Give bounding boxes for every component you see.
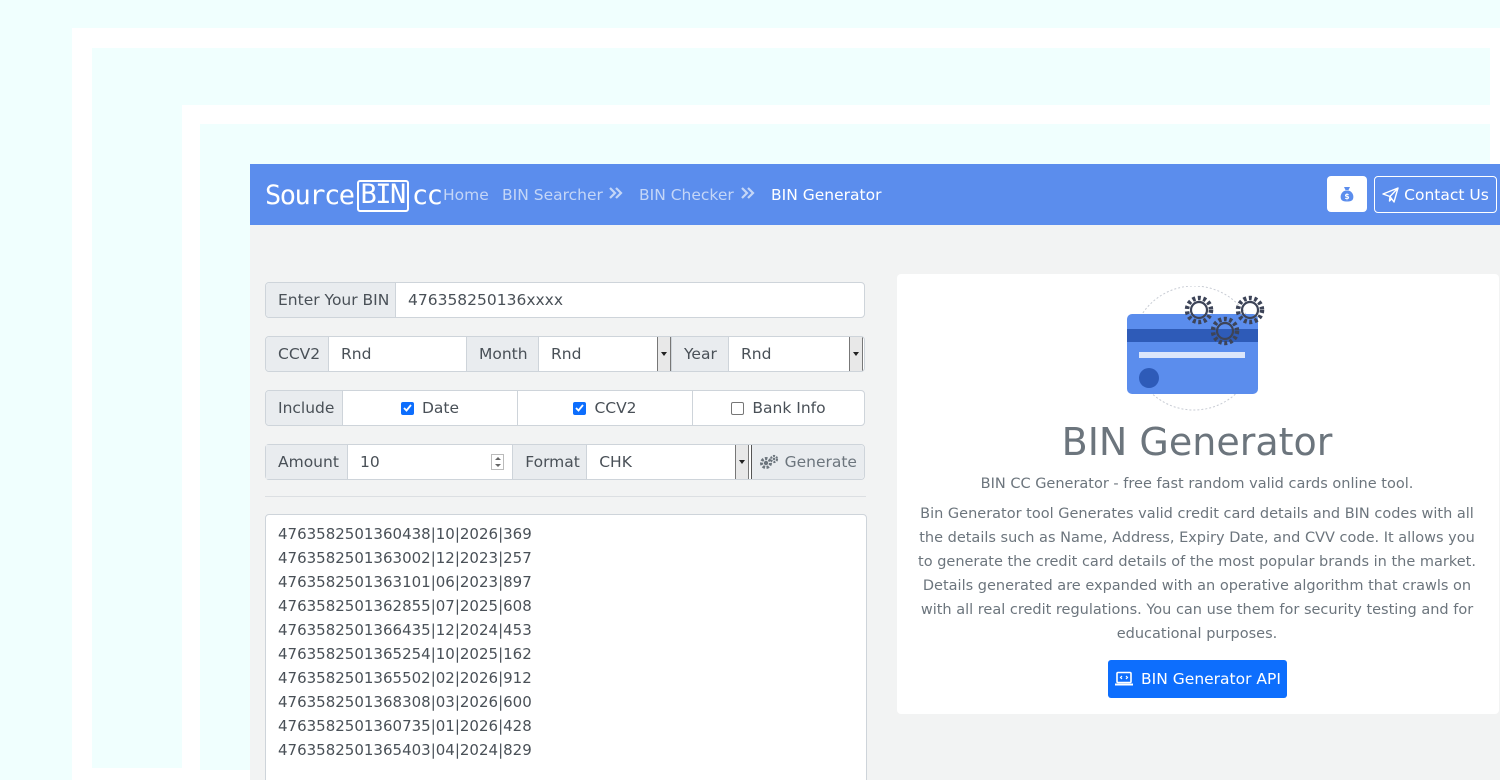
generate-label: Generate <box>784 453 857 471</box>
result-line: 4763582501360438|10|2026|369 <box>278 525 532 543</box>
bin-input-group: Enter Your BIN 476358250136xxxx <box>265 282 865 318</box>
year-label: Year <box>671 337 729 371</box>
bin-generator-api-button[interactable]: BIN Generator API <box>1108 660 1287 698</box>
double-chevron-right-icon <box>609 187 623 199</box>
month-label: Month <box>466 337 539 371</box>
nav-bin-generator[interactable]: BIN Generator <box>771 184 881 206</box>
results-textarea[interactable]: 4763582501360438|10|2026|369 47635825013… <box>265 514 867 780</box>
laptop-code-icon <box>1115 671 1134 686</box>
nav-bin-checker[interactable]: BIN Checker <box>639 184 734 206</box>
result-line: 4763582501368308|03|2026|600 <box>278 693 532 711</box>
divider <box>265 496 866 497</box>
nav-bin-searcher[interactable]: BIN Searcher <box>502 184 603 206</box>
include-ccv2-label: CCV2 <box>594 399 637 417</box>
brand-part-3: cc <box>411 180 443 211</box>
ccv2-input[interactable]: Rnd <box>329 337 466 371</box>
brand-part-2: BIN <box>356 180 409 212</box>
info-card: BIN Generator BIN CC Generator - free fa… <box>897 274 1499 714</box>
bin-input[interactable]: 476358250136xxxx <box>396 283 864 317</box>
info-title: BIN Generator <box>1061 420 1333 464</box>
checkbox-checked-icon[interactable] <box>400 401 414 415</box>
svg-text:$: $ <box>1344 192 1349 201</box>
include-date-option[interactable]: Date <box>343 391 518 425</box>
format-dropdown-arrow-icon[interactable] <box>734 445 749 479</box>
money-bag-icon: $ <box>1340 187 1354 202</box>
result-line: 4763582501365254|10|2025|162 <box>278 645 532 663</box>
checkbox-checked-icon[interactable] <box>573 401 587 415</box>
donate-button[interactable]: $ <box>1327 176 1367 212</box>
result-line: 4763582501365502|02|2026|912 <box>278 669 532 687</box>
result-line: 4763582501363101|06|2023|897 <box>278 573 532 591</box>
include-group: Include Date CCV2 Bank Info <box>265 390 865 426</box>
double-chevron-right-icon <box>741 187 755 199</box>
include-bank-info-label: Bank Info <box>752 399 826 417</box>
month-dropdown-arrow-icon[interactable] <box>657 337 671 371</box>
amount-format-group: Amount 10 Format CHK Generate <box>265 444 865 480</box>
result-line: 4763582501363002|12|2023|257 <box>278 549 532 567</box>
result-line: 4763582501362855|07|2025|608 <box>278 597 532 615</box>
result-line: 4763582501365403|04|2024|829 <box>278 741 532 759</box>
format-label: Format <box>512 445 588 479</box>
include-date-label: Date <box>421 399 460 417</box>
navbar: Source BIN cc Home BIN Searcher BIN Checke… <box>250 164 1500 225</box>
bin-generator-api-label: BIN Generator API <box>1141 670 1281 688</box>
info-description: Bin Generator tool Generates valid credi… <box>918 506 1476 642</box>
amount-input[interactable]: 10 <box>348 445 512 479</box>
format-select[interactable]: CHK <box>587 445 734 479</box>
bin-generator-app: Source BIN cc Home BIN Searcher BIN Checke… <box>250 164 1500 780</box>
generate-button[interactable]: Generate <box>750 445 864 479</box>
year-dropdown-arrow-icon[interactable] <box>849 337 863 371</box>
month-select[interactable]: Rnd <box>539 337 657 371</box>
brand-part-1: Source <box>265 180 355 211</box>
include-label: Include <box>266 391 343 425</box>
bin-label: Enter Your BIN <box>266 283 396 317</box>
contact-us-button[interactable]: Contact Us <box>1374 176 1497 213</box>
year-select[interactable]: Rnd <box>729 337 849 371</box>
credit-card-gears-illustration <box>1127 286 1265 411</box>
include-ccv2-option[interactable]: CCV2 <box>518 391 693 425</box>
gears-icon <box>759 454 778 469</box>
checkbox-unchecked-icon[interactable] <box>731 401 745 415</box>
result-line: 4763582501366435|12|2024|453 <box>278 621 532 639</box>
nav-home[interactable]: Home <box>443 184 489 206</box>
number-spinner-icon[interactable] <box>491 454 505 470</box>
include-bank-info-option[interactable]: Bank Info <box>693 391 864 425</box>
brand-logo[interactable]: Source BIN cc <box>265 180 443 212</box>
paper-plane-icon <box>1382 186 1399 203</box>
amount-label: Amount <box>266 445 348 479</box>
ccv2-month-year-group: CCV2 Rnd Month Rnd Year Rnd <box>265 336 865 372</box>
result-line: 4763582501360735|01|2026|428 <box>278 717 532 735</box>
ccv2-label: CCV2 <box>266 337 329 371</box>
contact-us-label: Contact Us <box>1404 185 1489 204</box>
info-subtitle: BIN CC Generator - free fast random vali… <box>980 476 1414 492</box>
amount-value: 10 <box>360 453 380 471</box>
